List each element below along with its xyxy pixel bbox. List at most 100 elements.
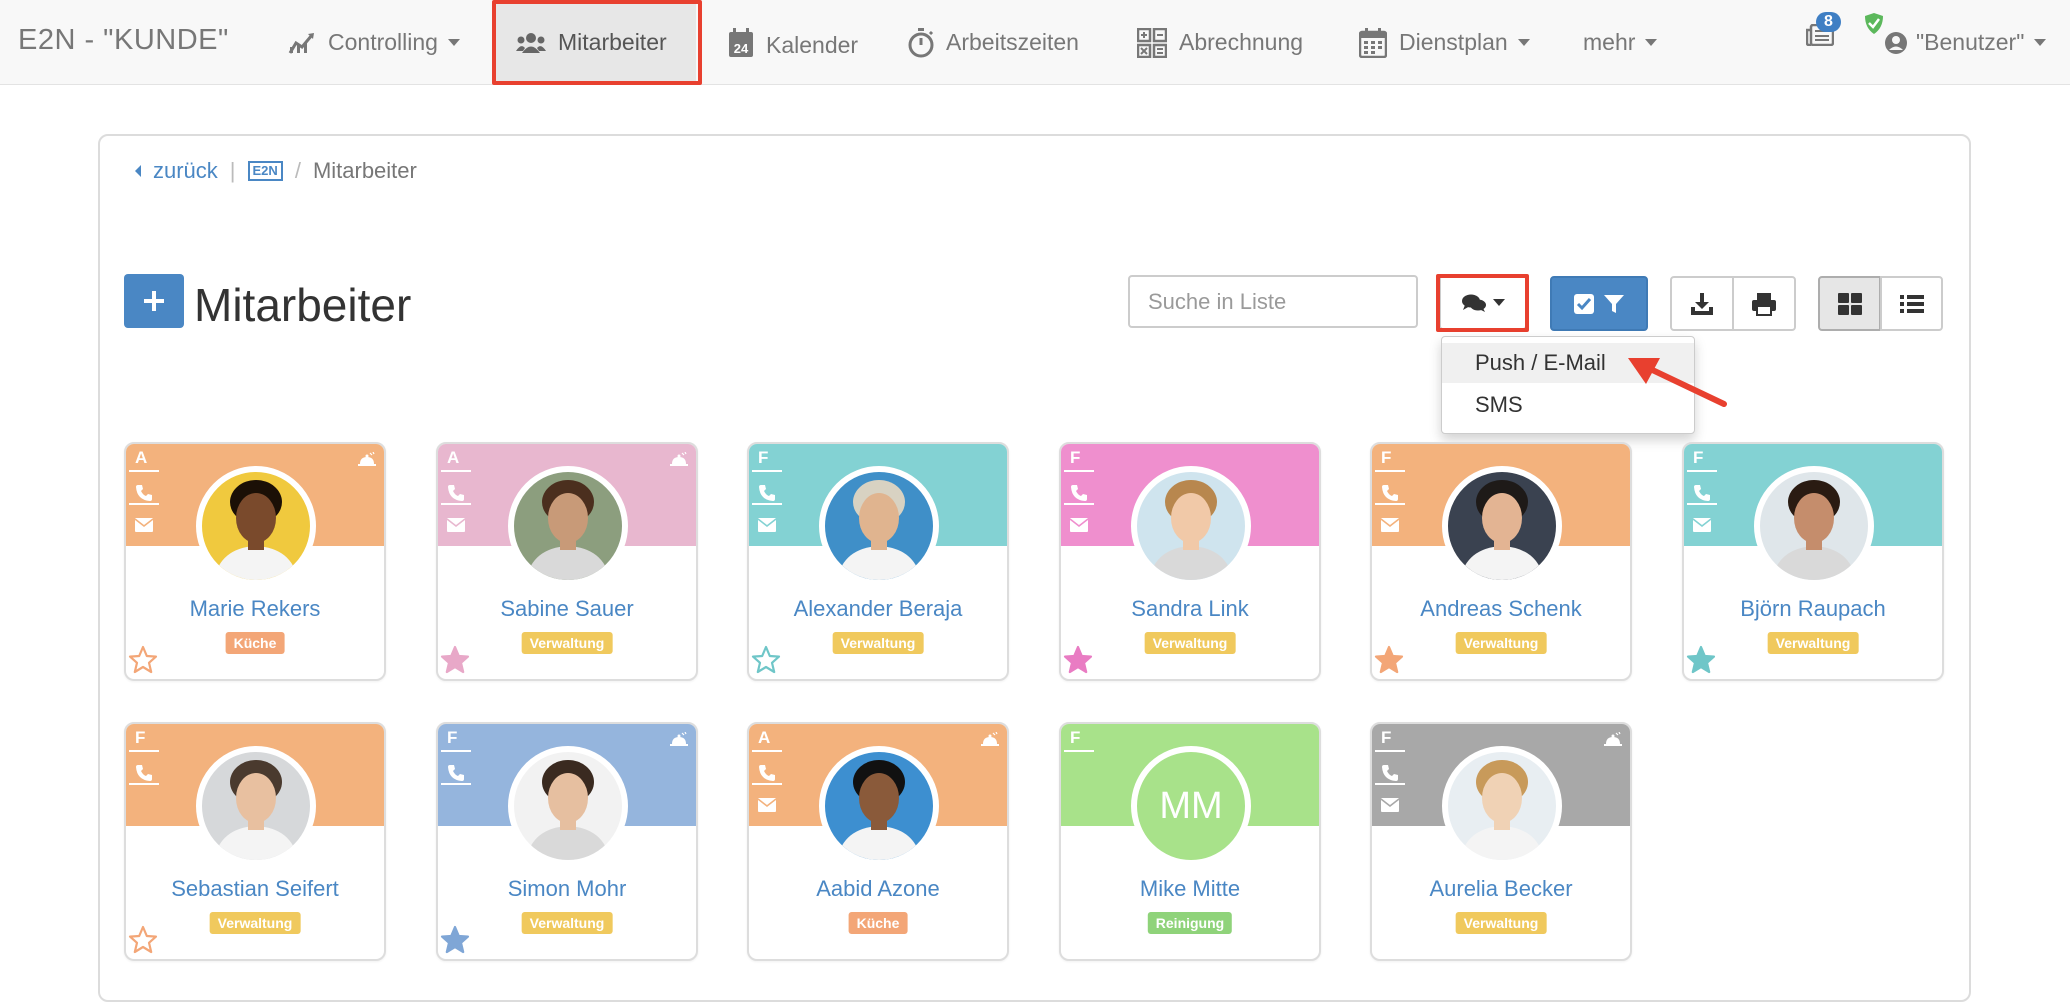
person-photo-icon [1460,760,1544,860]
favorite-star-icon[interactable] [128,645,158,675]
mail-icon[interactable] [1381,518,1399,532]
favorite-star-icon[interactable] [440,925,470,955]
employee-name[interactable]: Aabid Azone [749,876,1007,902]
avatar [1754,466,1874,586]
favorite-star-icon[interactable] [1686,645,1716,675]
mail-icon[interactable] [135,518,153,532]
print-button[interactable] [1732,276,1796,331]
phone-icon[interactable] [1381,484,1399,502]
search-input[interactable] [1128,275,1418,328]
divider [1064,503,1094,505]
top-navbar: E2N - "KUNDE" Controlling Mitarbeiter 24… [0,0,2070,85]
caret-down-icon [447,39,460,46]
favorite-star-icon[interactable] [1374,645,1404,675]
divider [752,783,782,785]
phone-icon[interactable] [758,764,776,782]
employee-name[interactable]: Aurelia Becker [1372,876,1630,902]
mail-icon[interactable] [447,518,465,532]
nav-abrechnung[interactable]: Abrechnung [1137,0,1303,85]
app-brand[interactable]: E2N - "KUNDE" [18,24,229,57]
highlight-mitarbeiter [492,0,702,85]
employee-name[interactable]: Alexander Beraja [749,596,1007,622]
meal-icon [670,732,688,746]
department-badge: Verwaltung [832,632,924,654]
employee-card[interactable]: F Sebastian Seifert Verwaltung [124,722,386,961]
grid-view-toggle[interactable] [1818,276,1881,331]
employee-name[interactable]: Björn Raupach [1684,596,1942,622]
mail-icon[interactable] [1693,518,1711,532]
department-badge: Verwaltung [1767,632,1859,654]
nav-kalender[interactable]: 24 Kalender [728,0,858,85]
employee-card[interactable]: F Aurelia Becker Verwaltung [1370,722,1632,961]
employee-name[interactable]: Sebastian Seifert [126,876,384,902]
caret-down-icon [2034,39,2047,46]
department-badge: Verwaltung [521,912,613,934]
mail-icon[interactable] [1070,518,1088,532]
employment-type-letter: A [135,448,148,467]
user-menu[interactable]: "Benutzer" [1864,0,2047,85]
phone-icon[interactable] [1693,484,1711,502]
filter-button[interactable] [1550,276,1648,331]
employment-type-letter: F [1070,728,1081,747]
nav-dienstplan[interactable]: Dienstplan [1359,0,1530,85]
person-photo-icon [526,480,610,580]
add-employee-button[interactable] [124,274,184,328]
mail-icon[interactable] [758,798,776,812]
divider [752,503,782,505]
department-badge: Verwaltung [1455,632,1547,654]
phone-icon[interactable] [447,484,465,502]
mail-icon[interactable] [758,518,776,532]
department-badge: Verwaltung [521,632,613,654]
divider [129,750,159,752]
employee-name[interactable]: Sabine Sauer [438,596,696,622]
card-icon-dividers [441,750,471,816]
divider [752,470,782,472]
meal-icon [670,452,688,466]
nav-label: Controlling [328,29,438,55]
caret-down-icon [1645,39,1658,46]
calendar-24-icon: 24 [729,27,753,57]
nav-mehr[interactable]: mehr [1583,0,1658,85]
back-link[interactable]: zurück [153,158,218,184]
nav-label: mehr [1583,29,1636,55]
divider [752,750,782,752]
notifications[interactable]: 8 [1805,12,1841,51]
list-view-toggle[interactable] [1880,276,1943,331]
breadcrumb-divider: | [229,158,236,183]
phone-icon[interactable] [135,764,153,782]
favorite-star-icon[interactable] [751,645,781,675]
favorite-star-icon[interactable] [440,645,470,675]
employee-card[interactable]: A Marie Rekers Küche [124,442,386,681]
employee-card[interactable]: F MM Mike Mitte Reinigung [1059,722,1321,961]
favorite-star-icon[interactable] [128,925,158,955]
divider [441,783,471,785]
employee-name[interactable]: Simon Mohr [438,876,696,902]
phone-icon[interactable] [447,764,465,782]
nav-controlling[interactable]: Controlling [288,0,460,85]
employee-card[interactable]: F Andreas Schenk Verwaltung [1370,442,1632,681]
check-square-icon [1574,293,1594,314]
favorite-star-icon[interactable] [1063,645,1093,675]
phone-icon[interactable] [135,484,153,502]
employee-card[interactable]: F Simon Mohr Verwaltung [436,722,698,961]
employee-card[interactable]: F Alexander Beraja Verwaltung [747,442,1009,681]
nav-arbeitszeiten[interactable]: Arbeitszeiten [908,0,1079,85]
phone-icon[interactable] [1381,764,1399,782]
employee-card[interactable]: A Sabine Sauer Verwaltung [436,442,698,681]
employee-name[interactable]: Mike Mitte [1061,876,1319,902]
department-badge: Verwaltung [1144,632,1236,654]
employee-name[interactable]: Marie Rekers [126,596,384,622]
employee-name[interactable]: Andreas Schenk [1372,596,1630,622]
phone-icon[interactable] [1070,484,1088,502]
meal-icon [981,732,999,746]
employee-card[interactable]: A Aabid Azone Küche [747,722,1009,961]
download-button[interactable] [1670,276,1734,331]
stopwatch-icon [908,27,934,57]
phone-icon[interactable] [758,484,776,502]
nav-label: Kalender [766,32,859,58]
mail-icon[interactable] [1381,798,1399,812]
employee-name[interactable]: Sandra Link [1061,596,1319,622]
employee-card[interactable]: F Björn Raupach Verwaltung [1682,442,1944,681]
employee-card[interactable]: F Sandra Link Verwaltung [1059,442,1321,681]
e2n-logo[interactable]: E2N [247,161,283,181]
